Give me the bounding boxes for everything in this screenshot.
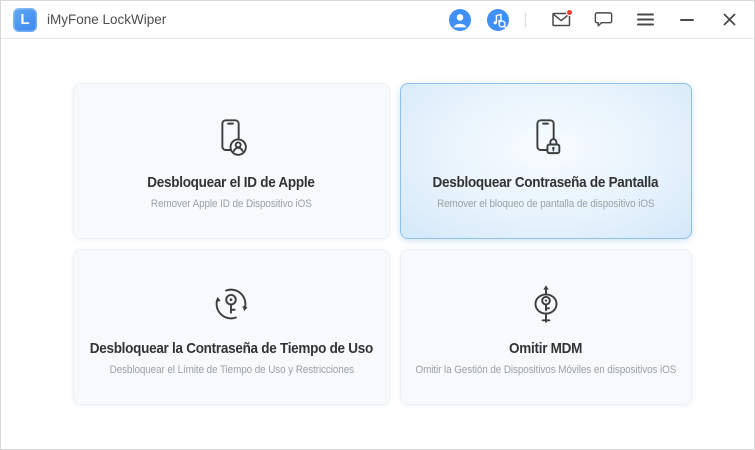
phone-lock-icon bbox=[523, 113, 569, 161]
card-unlock-screen-passcode[interactable]: Desbloquear Contraseña de Pantalla Remov… bbox=[399, 83, 692, 239]
key-refresh-icon bbox=[208, 279, 254, 327]
card-unlock-screen-time[interactable]: Desbloquear la Contraseña de Tiempo de U… bbox=[73, 249, 390, 405]
card-title: Omitir MDM bbox=[509, 339, 583, 357]
account-icon[interactable] bbox=[447, 7, 473, 33]
mail-icon[interactable] bbox=[548, 7, 574, 33]
titlebar: L iMyFone LockWiper bbox=[1, 1, 754, 39]
minimize-icon[interactable] bbox=[674, 7, 700, 33]
card-unlock-apple-id[interactable]: Desbloquear el ID de Apple Remover Apple… bbox=[73, 83, 390, 239]
close-icon[interactable] bbox=[716, 7, 742, 33]
titlebar-actions bbox=[447, 7, 742, 33]
app-title: iMyFone LockWiper bbox=[47, 12, 167, 27]
card-subtitle: Remover Apple ID de Dispositivo iOS bbox=[150, 197, 312, 210]
card-title: Desbloquear la Contraseña de Tiempo de U… bbox=[89, 339, 374, 357]
key-bypass-icon bbox=[523, 279, 569, 327]
card-bypass-mdm[interactable]: Omitir MDM Omitir la Gestión de Disposit… bbox=[399, 249, 692, 405]
chat-icon[interactable] bbox=[590, 7, 616, 33]
card-title: Desbloquear Contraseña de Pantalla bbox=[432, 173, 659, 191]
phone-user-icon bbox=[208, 113, 254, 161]
notification-dot bbox=[566, 8, 573, 16]
lockwiper-window: { "header": { "app_title": "iMyFone Lock… bbox=[0, 0, 755, 450]
card-subtitle: Omitir la Gestión de Dispositivos Móvile… bbox=[415, 363, 677, 376]
card-title: Desbloquear el ID de Apple bbox=[147, 173, 316, 191]
titlebar-divider bbox=[525, 11, 526, 28]
app-logo-icon: L bbox=[13, 7, 37, 32]
menu-icon[interactable] bbox=[632, 7, 658, 33]
card-subtitle: Remover el bloqueo de pantalla de dispos… bbox=[436, 197, 655, 210]
product-search-icon[interactable] bbox=[485, 7, 511, 33]
card-subtitle: Desbloquear el Límite de Tiempo de Uso y… bbox=[109, 363, 354, 376]
feature-grid: Desbloquear el ID de Apple Remover Apple… bbox=[73, 83, 692, 405]
